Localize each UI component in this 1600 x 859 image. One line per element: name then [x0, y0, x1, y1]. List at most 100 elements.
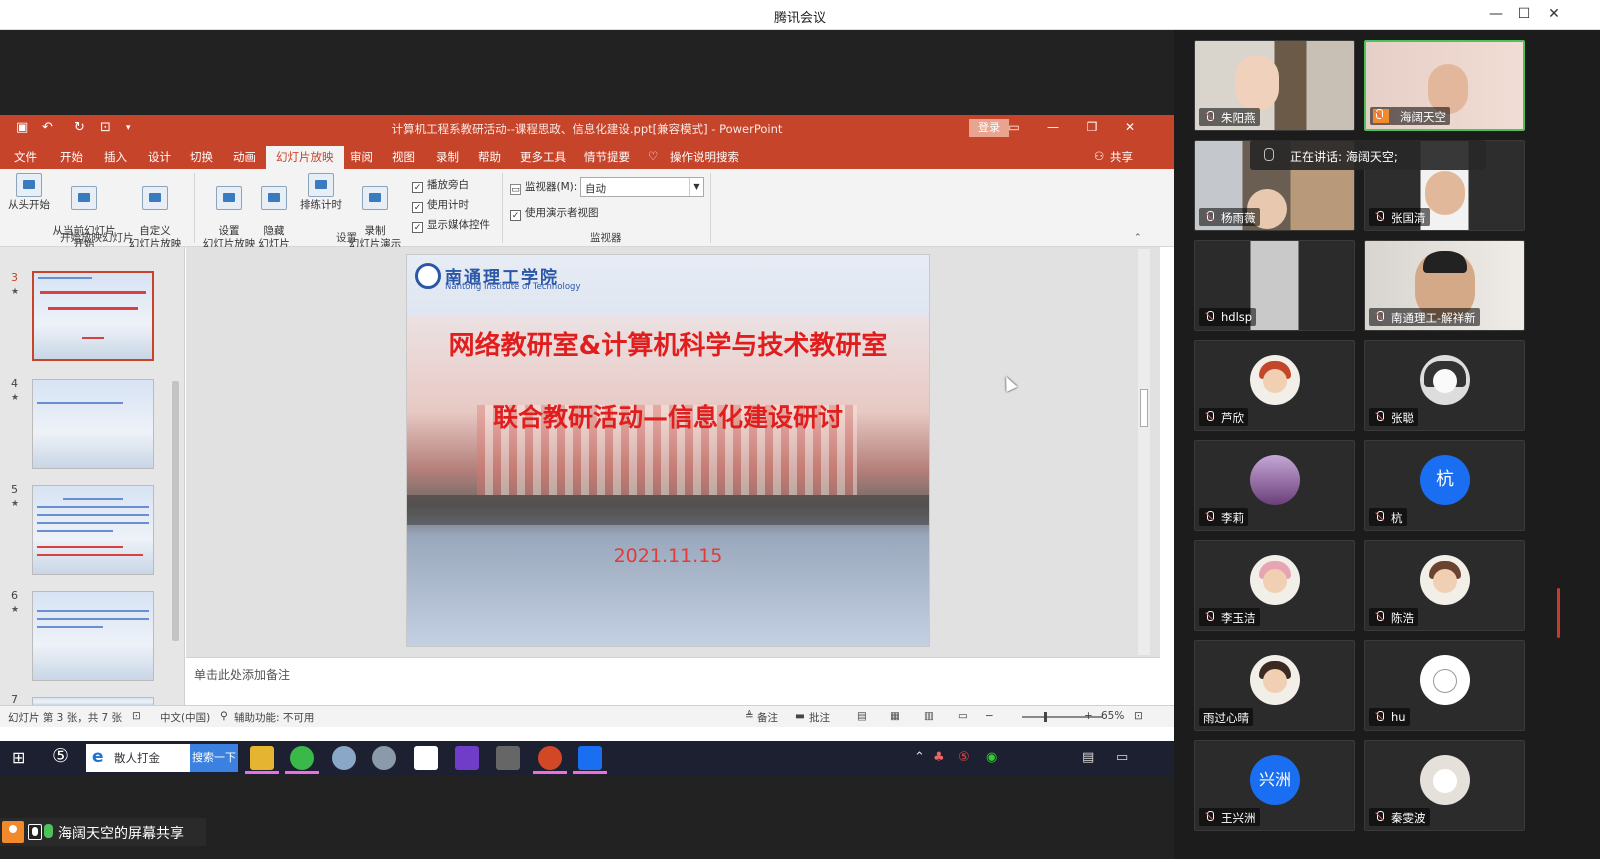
- tab-view[interactable]: 视图: [392, 149, 415, 165]
- tab-animations[interactable]: 动画: [233, 149, 256, 165]
- participant-tile[interactable]: 海阔天空: [1364, 40, 1525, 131]
- scrollbar-thumb[interactable]: [172, 381, 179, 641]
- zoom-in-icon[interactable]: +: [1084, 710, 1093, 722]
- participants-scrollbar[interactable]: [1557, 588, 1560, 638]
- tab-help[interactable]: 帮助: [478, 149, 501, 165]
- slide-thumbnail-7[interactable]: [32, 697, 154, 705]
- participant-tile[interactable]: hu: [1364, 640, 1525, 731]
- powerpoint-icon[interactable]: [538, 746, 562, 770]
- from-start-label: 从头开始: [8, 199, 50, 211]
- action-center-icon[interactable]: ▭: [1116, 750, 1128, 765]
- avatar-face: [1433, 369, 1457, 393]
- tab-record[interactable]: 录制: [436, 149, 459, 165]
- tab-home[interactable]: 开始: [60, 149, 83, 165]
- thumb-line: [37, 514, 149, 516]
- participant-tile[interactable]: 陈浩: [1364, 540, 1525, 631]
- participant-tile[interactable]: 芦欣: [1194, 340, 1355, 431]
- participant-tile[interactable]: 秦雯波: [1364, 740, 1525, 831]
- app-notes-icon[interactable]: [414, 746, 438, 770]
- zoom-out-icon[interactable]: −: [985, 710, 994, 722]
- tell-me-search[interactable]: 操作说明搜索: [670, 149, 739, 165]
- slide-thumbnail-3[interactable]: [32, 271, 154, 361]
- slide-road-image: [407, 495, 929, 525]
- ppt-restore-icon[interactable]: ❐: [1082, 120, 1102, 134]
- slideshow-view-icon[interactable]: ▭: [958, 710, 968, 722]
- presenter-view-checkbox[interactable]: ✓ 使用演示者视图: [510, 205, 599, 221]
- show-media-checkbox[interactable]: ✓ 显示媒体控件: [412, 217, 490, 233]
- slide-thumbnail-4[interactable]: [32, 379, 154, 469]
- presenter-view-label: 使用演示者视图: [525, 207, 599, 219]
- notes-button[interactable]: 备注: [757, 710, 778, 725]
- mic-muted-icon: [1204, 211, 1215, 223]
- login-button[interactable]: 登录: [969, 119, 1009, 137]
- slide-thumbnail-5[interactable]: [32, 485, 154, 575]
- current-slide[interactable]: 南通理工学院 Nantong Institute of Technology 网…: [406, 254, 930, 647]
- app-s-icon[interactable]: ⑤: [52, 745, 69, 767]
- ribbon-display-icon[interactable]: ▭: [1004, 120, 1024, 134]
- ppt-close-icon[interactable]: ✕: [1120, 120, 1140, 134]
- participant-tile[interactable]: 南通理工-解祥新: [1364, 240, 1525, 331]
- tray-expand-icon[interactable]: ⌃: [914, 750, 925, 765]
- app-title: 腾讯会议: [773, 11, 826, 26]
- app-tool-icon[interactable]: [372, 746, 396, 770]
- tab-more-tools[interactable]: 更多工具: [520, 149, 566, 165]
- participant-tile[interactable]: 张聪: [1364, 340, 1525, 431]
- language-status[interactable]: 中文(中国): [160, 710, 210, 725]
- monitor-select[interactable]: 自动 ▼: [580, 177, 704, 197]
- slide-thumbnail-6[interactable]: [32, 591, 154, 681]
- spellcheck-icon[interactable]: ⊡: [132, 710, 141, 722]
- participant-tile[interactable]: 雨过心晴: [1194, 640, 1355, 731]
- participant-tile[interactable]: 李玉洁: [1194, 540, 1355, 631]
- collapse-ribbon-icon[interactable]: ⌃: [1134, 233, 1142, 243]
- tab-file[interactable]: 文件: [14, 149, 37, 165]
- zoom-level[interactable]: 65%: [1101, 710, 1124, 722]
- tab-transitions[interactable]: 切换: [190, 149, 213, 165]
- browser-taskbar-item[interactable]: 散人打金: [86, 744, 190, 772]
- app-tools-icon[interactable]: [496, 746, 520, 770]
- minimize-icon[interactable]: —: [1486, 6, 1506, 22]
- maximize-icon[interactable]: ☐: [1514, 6, 1534, 22]
- browser-360-icon[interactable]: [290, 746, 314, 770]
- search-button[interactable]: 搜索一下: [190, 744, 238, 772]
- fit-slide-icon[interactable]: ⊡: [1134, 710, 1143, 722]
- thumbnail-scrollbar[interactable]: [170, 251, 181, 701]
- scrollbar-thumb[interactable]: [1140, 389, 1148, 427]
- play-narration-checkbox[interactable]: ✓ 播放旁白: [412, 177, 469, 193]
- participant-tile[interactable]: 朱阳燕: [1194, 40, 1355, 131]
- tray-notification-icon[interactable]: ▤: [1082, 750, 1094, 765]
- participant-tile[interactable]: hdlsp: [1194, 240, 1355, 331]
- comments-button[interactable]: 批注: [809, 710, 830, 725]
- use-timing-checkbox[interactable]: ✓ 使用计时: [412, 197, 469, 213]
- tab-design[interactable]: 设计: [148, 149, 171, 165]
- avatar-face: [1433, 669, 1457, 693]
- ppt-minimize-icon[interactable]: —: [1043, 120, 1063, 134]
- visual-studio-icon[interactable]: [455, 746, 479, 770]
- accessibility-status[interactable]: 辅助功能: 不可用: [234, 710, 314, 725]
- participant-tile[interactable]: 李莉: [1194, 440, 1355, 531]
- mic-muted-icon: [1204, 411, 1215, 423]
- participant-tile[interactable]: 杭 杭: [1364, 440, 1525, 531]
- rehearse-button[interactable]: 排练计时: [298, 173, 344, 212]
- file-explorer-icon[interactable]: [250, 746, 274, 770]
- normal-view-icon[interactable]: ▤: [857, 710, 867, 722]
- participant-tile[interactable]: 兴洲 王兴洲: [1194, 740, 1355, 831]
- tab-review[interactable]: 审阅: [350, 149, 373, 165]
- reading-view-icon[interactable]: ▥: [924, 710, 934, 722]
- tray-app-icon[interactable]: ◉: [986, 750, 997, 765]
- close-icon[interactable]: ✕: [1544, 6, 1564, 22]
- participant-avatar: [1250, 655, 1300, 705]
- slide-scrollbar[interactable]: [1138, 249, 1150, 655]
- tab-slideshow[interactable]: 幻灯片放映: [266, 146, 344, 171]
- app-bird-icon[interactable]: [332, 746, 356, 770]
- thumb-line: [37, 626, 103, 628]
- tab-storyboard[interactable]: 情节提要: [584, 149, 630, 165]
- windows-start-icon[interactable]: ⊞: [12, 748, 25, 767]
- tencent-meeting-icon[interactable]: [578, 746, 602, 770]
- tray-app-icon[interactable]: ♣: [933, 750, 945, 765]
- share-button[interactable]: 共享: [1110, 149, 1133, 165]
- notes-pane[interactable]: 单击此处添加备注: [186, 657, 1160, 705]
- sorter-view-icon[interactable]: ▦: [890, 710, 900, 722]
- tab-insert[interactable]: 插入: [104, 149, 127, 165]
- tray-app-icon[interactable]: ⑤: [958, 750, 970, 765]
- from-start-button[interactable]: 从头开始: [6, 173, 52, 212]
